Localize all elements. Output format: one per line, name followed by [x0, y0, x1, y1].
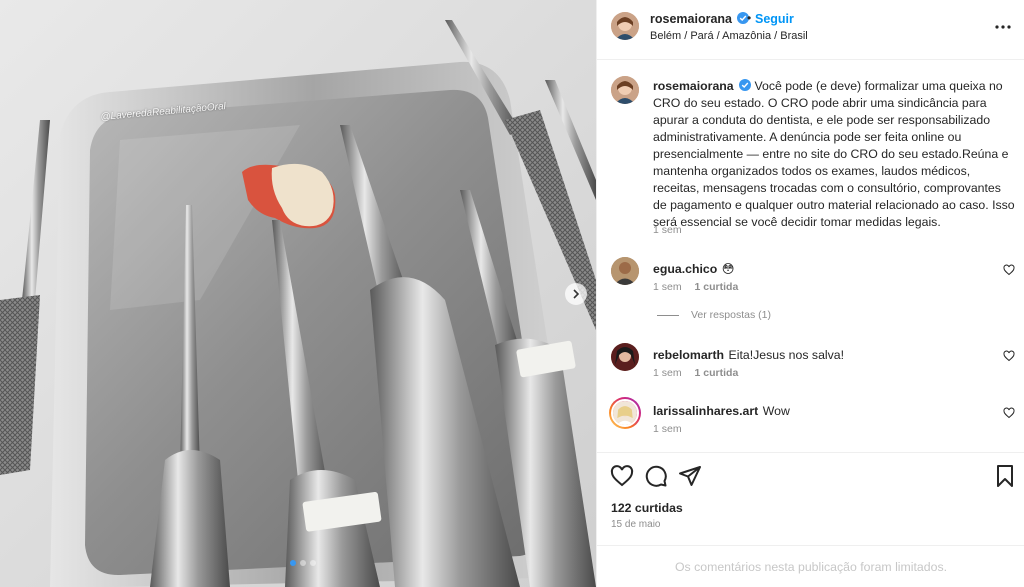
- comment-meta: 1 sem: [653, 423, 682, 435]
- post-header: rosemaiorana • Seguir Belém / Pará / Ama…: [597, 0, 1024, 60]
- commenter-avatar[interactable]: [611, 343, 639, 371]
- comment-username[interactable]: egua.chico: [653, 262, 717, 276]
- avatar-image: [611, 257, 639, 285]
- share-paper-plane-icon[interactable]: [678, 464, 702, 488]
- caption-username[interactable]: rosemaiorana: [653, 79, 734, 93]
- carousel-dot: [300, 560, 306, 566]
- comment-time[interactable]: 1 sem: [653, 281, 682, 293]
- comment-row: rebelomarth Eita!Jesus nos salva!: [653, 346, 844, 364]
- post-date[interactable]: 15 de maio: [611, 519, 660, 530]
- view-replies-label[interactable]: Ver respostas (1): [691, 309, 771, 321]
- caption-time[interactable]: 1 sem: [653, 224, 682, 236]
- follow-button[interactable]: Seguir: [755, 12, 794, 26]
- carousel-dot: [310, 560, 316, 566]
- post-photo: [0, 0, 596, 587]
- comment-username[interactable]: larissalinhares.art: [653, 404, 758, 418]
- likes-count[interactable]: 122 curtidas: [611, 501, 683, 515]
- post-caption: rosemaiorana Você pode (e deve) formaliz…: [653, 78, 1015, 231]
- comments-limited-notice: Os comentários nesta publicação foram li…: [597, 545, 1024, 587]
- view-replies-button[interactable]: Ver respostas (1): [657, 309, 771, 321]
- comments-section: rosemaiorana Você pode (e deve) formaliz…: [597, 61, 1024, 451]
- commenter-avatar[interactable]: [611, 257, 639, 285]
- avatar-image: [611, 76, 639, 104]
- caption-avatar[interactable]: [611, 76, 639, 104]
- comment-time[interactable]: 1 sem: [653, 367, 682, 379]
- comment-likes[interactable]: 1 curtida: [695, 281, 739, 293]
- header-separator: •: [747, 11, 752, 25]
- caption-meta: 1 sem: [653, 224, 682, 236]
- comment-meta: 1 sem 1 curtida: [653, 367, 738, 379]
- avatar-image: [611, 399, 639, 427]
- more-horizontal-icon[interactable]: [994, 20, 1012, 34]
- comment-username[interactable]: rebelomarth: [653, 348, 724, 362]
- caption-text: Você pode (e deve) formalizar uma queixa…: [653, 79, 1015, 229]
- avatar-image: [611, 12, 639, 40]
- avatar-image: [611, 343, 639, 371]
- comment-row: larissalinhares.art Wow: [653, 402, 790, 420]
- comment-meta: 1 sem 1 curtida: [653, 281, 738, 293]
- comment-text: Eita!Jesus nos salva!: [728, 348, 845, 362]
- post-actions-bar: 122 curtidas 15 de maio: [597, 452, 1024, 544]
- author-username[interactable]: rosemaiorana: [650, 12, 732, 26]
- verified-badge-icon: [739, 79, 752, 91]
- heart-icon[interactable]: [1003, 350, 1015, 362]
- chevron-right-icon: [573, 289, 580, 299]
- comment-row: egua.chico 😳: [653, 260, 735, 278]
- save-bookmark-icon[interactable]: [993, 464, 1017, 488]
- comment-time[interactable]: 1 sem: [653, 423, 682, 435]
- comment-text: 😳: [721, 262, 735, 276]
- carousel-indicator: [290, 560, 316, 566]
- heart-icon[interactable]: [1003, 407, 1015, 419]
- author-username-link[interactable]: rosemaiorana: [650, 12, 750, 26]
- post-location[interactable]: Belém / Pará / Amazônia / Brasil: [650, 30, 808, 42]
- like-heart-icon[interactable]: [610, 464, 634, 488]
- author-avatar[interactable]: [611, 12, 639, 40]
- post-panel: rosemaiorana • Seguir Belém / Pará / Ama…: [596, 0, 1024, 587]
- comment-likes[interactable]: 1 curtida: [695, 367, 739, 379]
- heart-icon[interactable]: [1003, 264, 1015, 276]
- comment-text: Wow: [762, 404, 790, 418]
- commenter-avatar-story-ring[interactable]: [609, 397, 641, 429]
- carousel-dot: [290, 560, 296, 566]
- replies-divider: [657, 314, 679, 316]
- comment-bubble-icon[interactable]: [644, 464, 668, 488]
- carousel-next-button[interactable]: [565, 283, 587, 305]
- post-media[interactable]: @LaveredaReabilitaçãoOral: [0, 0, 596, 587]
